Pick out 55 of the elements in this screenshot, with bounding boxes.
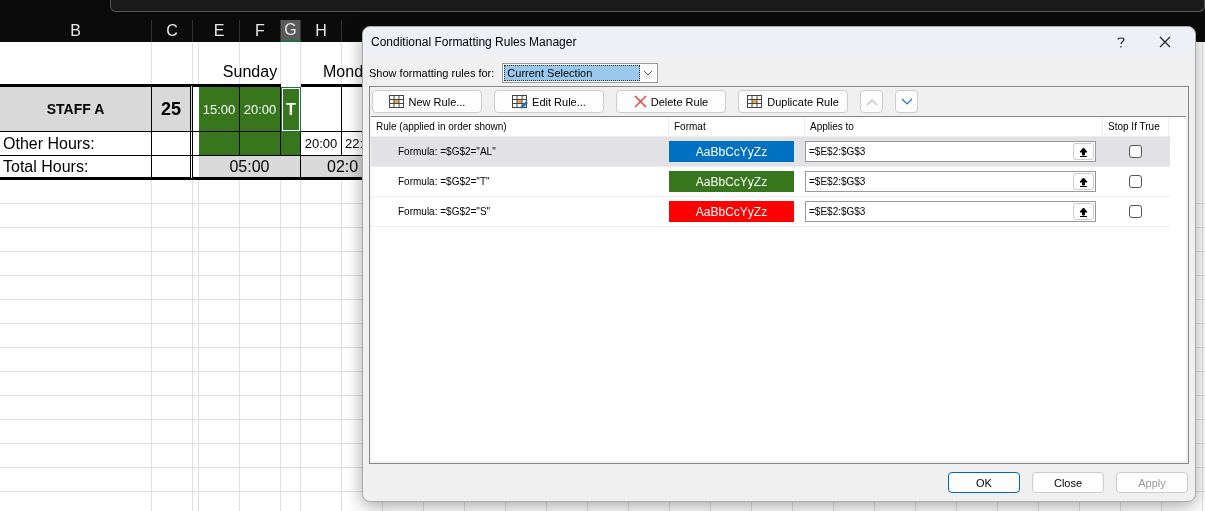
table-icon [388, 94, 405, 109]
table-icon [747, 94, 764, 109]
stop-if-true-checkbox[interactable] [1129, 205, 1142, 218]
collapse-button[interactable] [1073, 173, 1094, 190]
staff-count: 25 [161, 98, 181, 120]
staff-name: STAFF A [46, 101, 105, 117]
delete-rule-button[interactable]: Delete Rule [616, 90, 726, 113]
collapse-button[interactable] [1073, 203, 1094, 220]
rule-formula: Formula: =$G$2="S" [397, 206, 492, 217]
chevron-up-icon [865, 97, 878, 106]
arrow-up-icon [1079, 146, 1088, 157]
total-value: 05:00 [229, 157, 270, 176]
row-label: Total Hours: [3, 157, 89, 176]
chevron-down-icon [900, 97, 913, 106]
rule-formula: Formula: =$G$2="T" [397, 176, 491, 187]
edit-rule-button[interactable]: Edit Rule... [494, 90, 604, 113]
row-label: Other Hours: [3, 134, 95, 153]
hours-value: 20:00 [304, 136, 338, 151]
scope-dropdown[interactable]: Current Selection [502, 63, 659, 83]
rule-row[interactable]: Formula: =$G$2="AL" AaBbCcYyZz =$E$2:$G$3 [371, 137, 1170, 167]
day-header: Mond [322, 63, 364, 82]
show-rules-label: Show formatting rules for: [369, 67, 495, 79]
close-icon [1159, 36, 1171, 48]
table-pencil-icon [512, 94, 529, 109]
shift-time: 20:00 [243, 101, 277, 117]
stop-if-true-checkbox[interactable] [1129, 175, 1142, 188]
column-heading: Format [669, 117, 805, 136]
format-preview: AaBbCcYyZz [669, 171, 794, 192]
duplicate-rule-button[interactable]: Duplicate Rule [738, 90, 848, 113]
applies-to-field[interactable]: =$E$2:$G$3 [805, 141, 1096, 162]
delete-icon [633, 95, 647, 108]
total-value: 02:0 [327, 157, 359, 176]
shift-code: T [286, 100, 296, 119]
help-icon [1117, 36, 1125, 48]
column-heading: Stop If True [1103, 117, 1169, 136]
collapse-button[interactable] [1073, 143, 1094, 160]
column-heading: Applies to [805, 117, 1103, 136]
applies-to-field[interactable]: =$E$2:$G$3 [805, 171, 1096, 192]
selected-cell[interactable]: T [281, 87, 301, 132]
rule-formula: Formula: =$G$2="AL" [397, 146, 497, 157]
arrow-up-icon [1079, 176, 1088, 187]
dialog-button[interactable]: Close [1032, 472, 1104, 493]
stop-if-true-checkbox[interactable] [1129, 145, 1142, 158]
day-header: Sunday [222, 63, 278, 82]
shift-time: 15:00 [202, 101, 236, 117]
format-preview: AaBbCcYyZz [669, 141, 794, 162]
dialog-button[interactable]: OK [948, 472, 1020, 493]
dialog-title: Conditional Formatting Rules Manager [371, 35, 578, 49]
hours-value: 22: [345, 136, 364, 151]
applies-to-field[interactable]: =$E$2:$G$3 [805, 201, 1096, 222]
format-preview: AaBbCcYyZz [669, 201, 794, 222]
column-header[interactable]: G [281, 20, 301, 42]
column-heading: Rule (applied in order shown) [371, 117, 669, 136]
new-rule-button[interactable]: New Rule... [372, 90, 482, 113]
arrow-up-icon [1079, 206, 1088, 217]
